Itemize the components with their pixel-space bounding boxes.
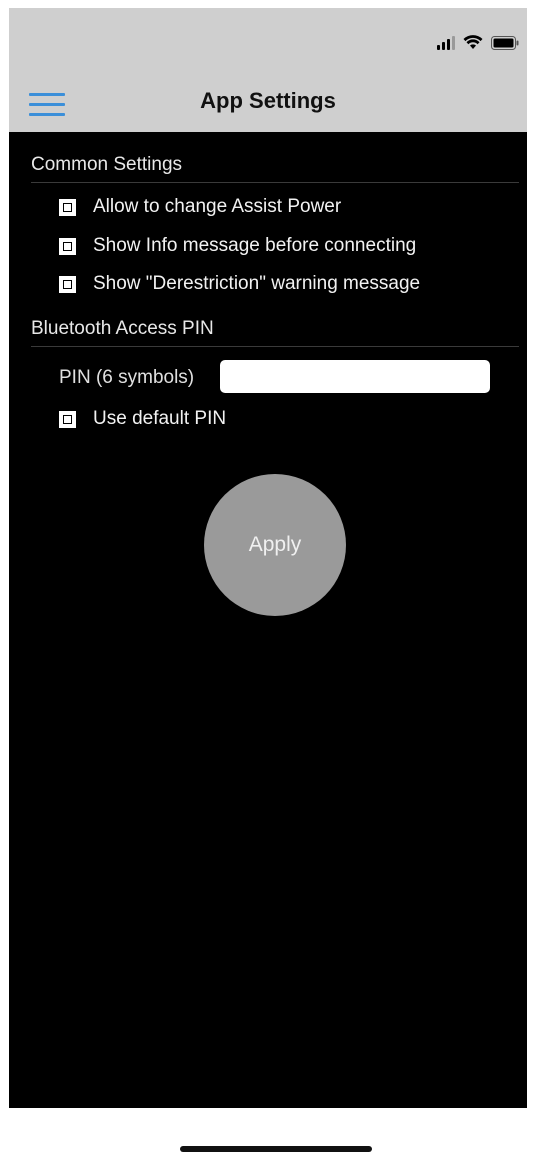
- app-screen: App Settings Common Settings Allow to ch…: [9, 8, 527, 1163]
- checkbox[interactable]: [59, 275, 76, 293]
- status-icons: [437, 34, 519, 50]
- option-use-default-pin[interactable]: Use default PIN: [59, 407, 226, 431]
- pin-input[interactable]: [220, 360, 490, 393]
- checkbox[interactable]: [59, 410, 76, 428]
- option-show-info-message[interactable]: Show Info message before connecting: [59, 234, 416, 258]
- checkbox[interactable]: [59, 198, 76, 216]
- home-indicator[interactable]: [180, 1146, 372, 1152]
- pin-label: PIN (6 symbols): [59, 367, 195, 388]
- apply-button[interactable]: Apply: [204, 474, 346, 616]
- wifi-icon: [463, 35, 483, 50]
- status-bar: [9, 8, 527, 86]
- checkbox[interactable]: [59, 237, 76, 255]
- section-bluetooth-access-pin: Bluetooth Access PIN: [31, 318, 519, 347]
- battery-icon: [491, 36, 519, 50]
- option-show-derestriction-warning[interactable]: Show "Derestriction" warning message: [59, 272, 420, 296]
- option-label: Allow to change Assist Power: [93, 196, 342, 217]
- home-bar-area: [0, 1108, 536, 1163]
- option-label: Use default PIN: [93, 408, 227, 429]
- page-title: App Settings: [200, 88, 336, 113]
- signal-icon: [437, 36, 455, 50]
- option-allow-change-assist-power[interactable]: Allow to change Assist Power: [59, 195, 341, 219]
- option-label: Show "Derestriction" warning message: [93, 273, 421, 294]
- option-label: Show Info message before connecting: [93, 235, 417, 256]
- header-bar: App Settings: [9, 86, 527, 132]
- section-common-settings: Common Settings: [31, 154, 519, 183]
